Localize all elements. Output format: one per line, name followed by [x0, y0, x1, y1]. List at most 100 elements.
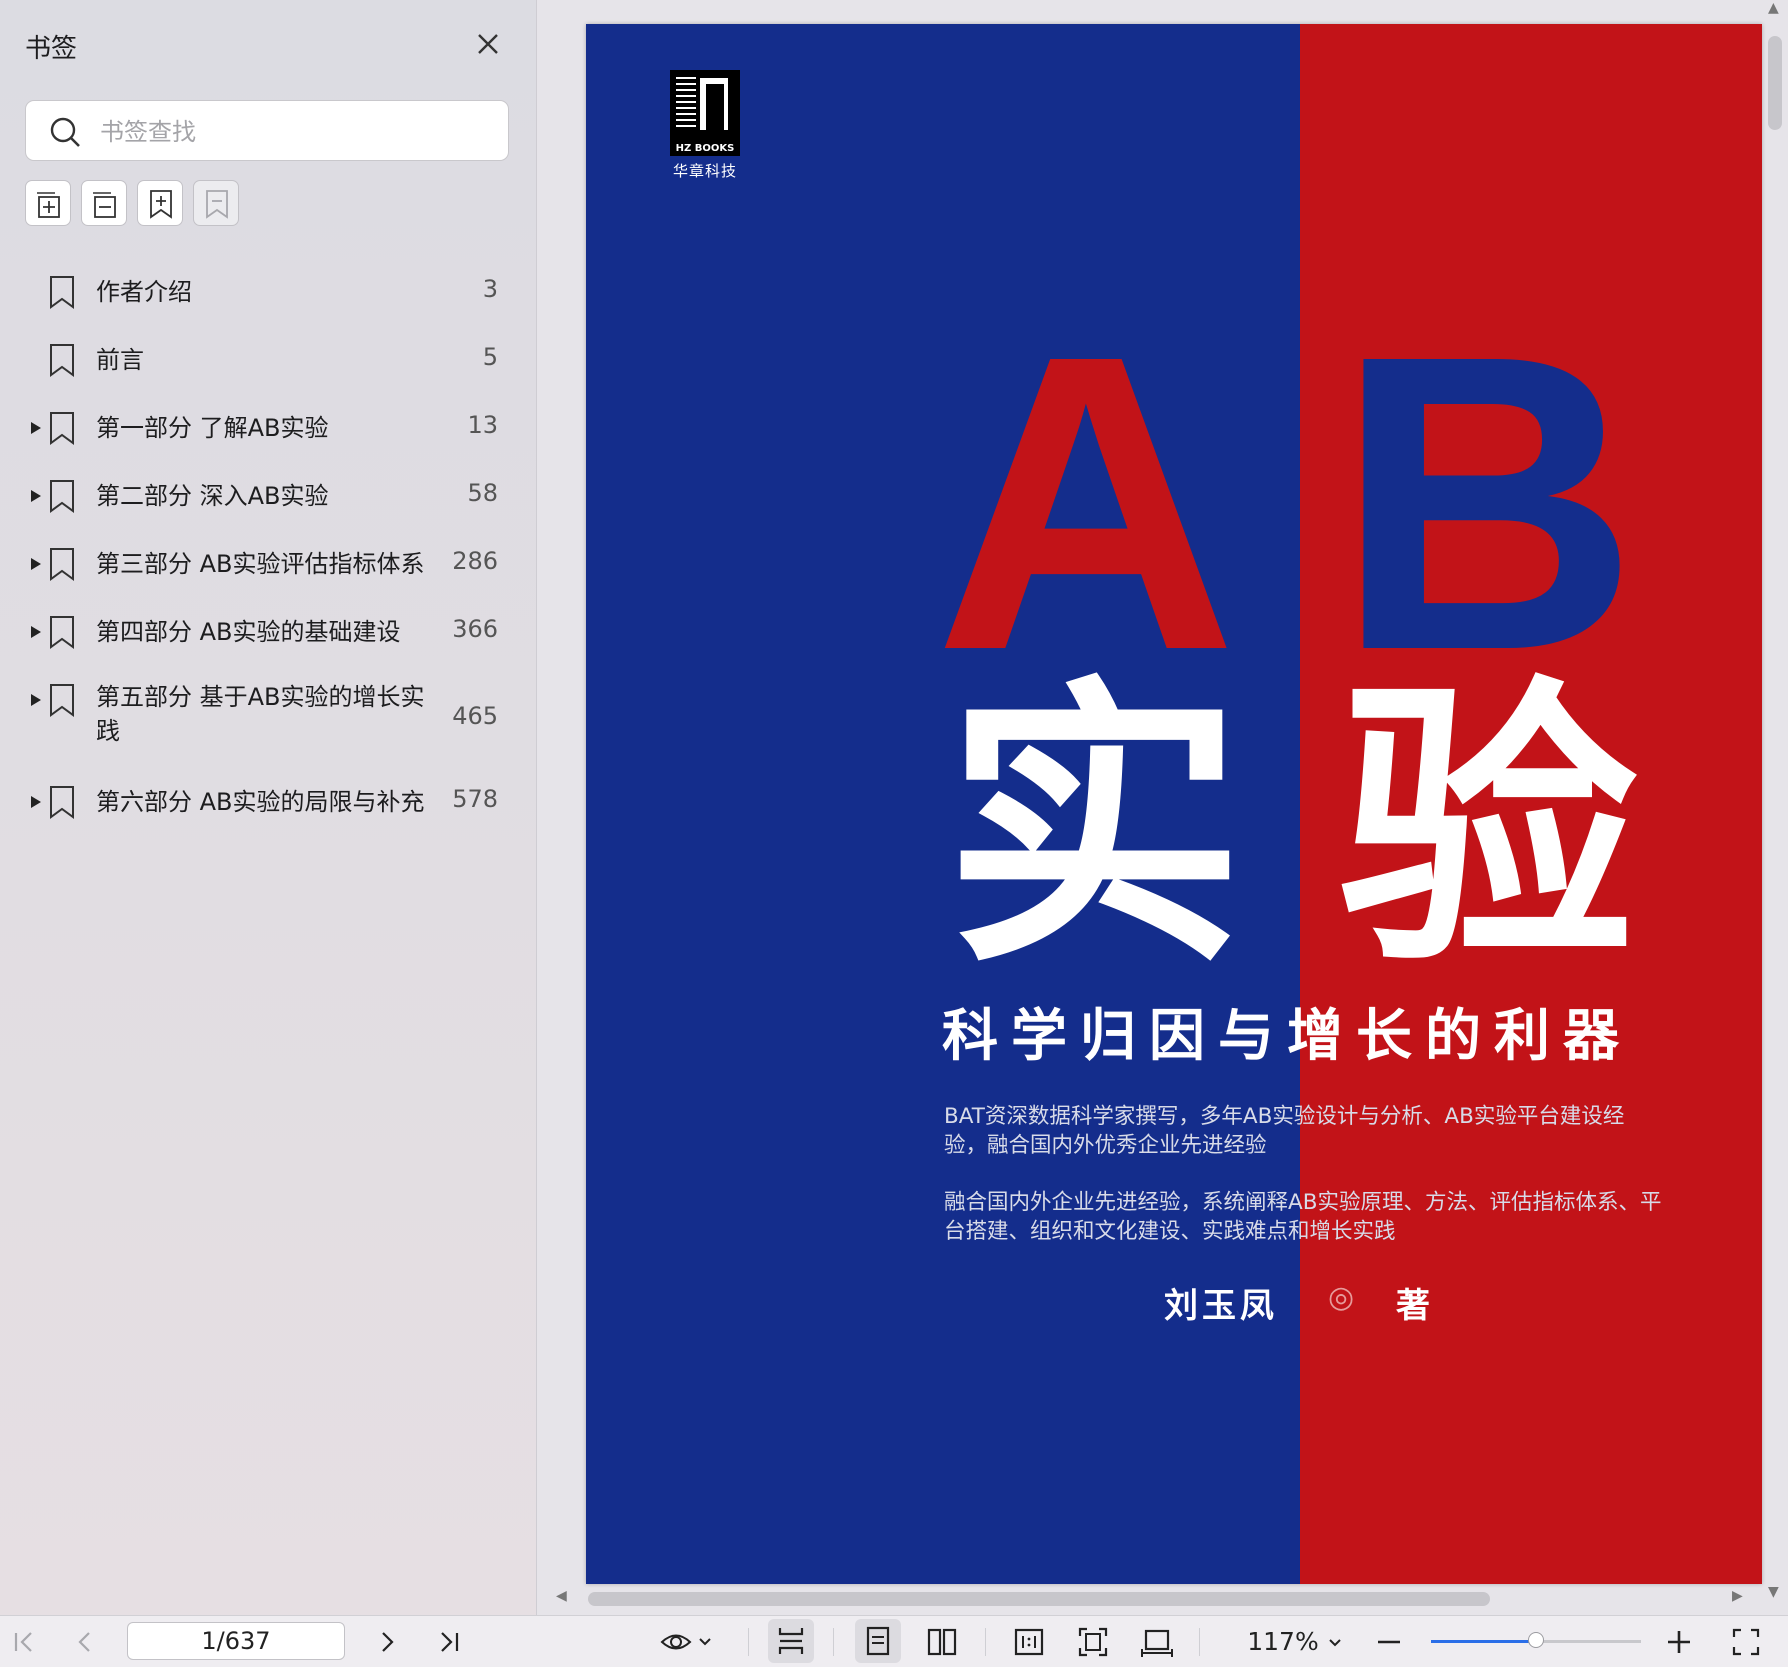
scroll-left-icon[interactable]: ◀	[556, 1588, 567, 1604]
zoom-slider-fill	[1431, 1640, 1536, 1643]
two-page-icon[interactable]	[923, 1623, 961, 1661]
panel-title: 书签	[25, 34, 78, 64]
scroll-up-icon[interactable]: ▲	[1768, 0, 1779, 16]
remove-bookmark-icon	[206, 190, 228, 219]
continuous-scroll-icon	[778, 1628, 804, 1654]
fit-page-icon[interactable]	[1074, 1623, 1112, 1661]
bookmark-page: 3	[482, 275, 498, 303]
title-char-yan: 验	[1338, 654, 1638, 1003]
remove-bookmark-button[interactable]	[193, 180, 239, 226]
bookmark-search-box[interactable]	[25, 100, 509, 161]
cover-blurb-1: BAT资深数据科学家撰写，多年AB实验设计与分析、AB实验平台建设经验，融合国内…	[944, 1104, 1625, 1158]
zoom-out-icon[interactable]	[1370, 1623, 1408, 1661]
bookmark-icon	[50, 412, 74, 445]
bookmark-item-part-6[interactable]: 第六部分 AB实验的局限与补充 578	[0, 782, 536, 822]
collapse-all-button[interactable]	[81, 180, 127, 226]
expand-all-button[interactable]	[25, 180, 71, 226]
toolbar-divider	[1199, 1628, 1200, 1656]
fit-width-icon[interactable]	[1138, 1623, 1176, 1661]
publisher-logo: HZ BOOKS 华章科技	[670, 70, 740, 180]
bookmark-page: 366	[452, 615, 498, 643]
title-char-shi: 实	[944, 654, 1244, 1003]
vertical-scroll-thumb[interactable]	[1768, 36, 1782, 130]
expand-triangle-icon[interactable]	[30, 795, 42, 809]
bookmark-label: 第六部分 AB实验的局限与补充	[96, 788, 425, 816]
bookmark-page: 13	[467, 411, 498, 439]
expand-triangle-icon[interactable]	[30, 421, 42, 435]
expand-triangle-icon[interactable]	[30, 693, 42, 707]
bookmark-icon	[50, 480, 74, 513]
bookmark-item-preface[interactable]: 前言 5	[0, 340, 536, 380]
zoom-in-icon[interactable]	[1660, 1623, 1698, 1661]
next-page-icon[interactable]	[368, 1623, 406, 1661]
bookmark-page: 5	[482, 343, 498, 371]
bookmark-label: 第三部分 AB实验评估指标体系	[96, 550, 425, 578]
bookmark-label: 第五部分 基于AB实验的增长实践	[96, 683, 425, 745]
bookmark-item-part-2[interactable]: 第二部分 深入AB实验 58	[0, 476, 536, 516]
expand-all-icon	[37, 192, 60, 218]
publisher-name: 华章科技	[672, 162, 737, 180]
previous-page-icon[interactable]	[66, 1623, 104, 1661]
horizontal-scrollbar[interactable]: ◀ ▶	[556, 1588, 1766, 1612]
single-page-icon	[866, 1626, 890, 1656]
single-page-button[interactable]	[855, 1619, 901, 1663]
toolbar-divider	[748, 1628, 749, 1656]
add-bookmark-button[interactable]	[137, 180, 183, 226]
bookmark-icon	[50, 684, 74, 717]
search-icon	[50, 117, 80, 147]
bookmark-panel: 书签 书签查找 作者介绍 3 前言 5 第一部分 了解AB实验 13 第二部分 …	[0, 0, 537, 1615]
zoom-slider[interactable]	[1431, 1632, 1641, 1648]
add-bookmark-icon	[150, 190, 172, 219]
bookmark-icon	[50, 276, 74, 309]
bookmark-icon	[50, 548, 74, 581]
fullscreen-icon[interactable]	[1727, 1623, 1765, 1661]
title-letter-b: B	[1335, 269, 1639, 738]
zoom-dropdown-chevron-icon[interactable]	[1316, 1623, 1354, 1661]
collapse-all-icon	[93, 192, 116, 218]
bookmark-label: 第四部分 AB实验的基础建设	[96, 618, 401, 646]
bookmark-item-author-intro[interactable]: 作者介绍 3	[0, 272, 536, 312]
cover-author-mark: ◎	[1328, 1280, 1355, 1315]
scroll-right-icon[interactable]: ▶	[1732, 1588, 1743, 1604]
bookmark-page: 465	[452, 702, 498, 730]
expand-triangle-icon[interactable]	[30, 557, 42, 571]
bookmark-item-part-3[interactable]: 第三部分 AB实验评估指标体系 286	[0, 544, 536, 584]
expand-triangle-icon[interactable]	[30, 625, 42, 639]
book-cover-page: HZ BOOKS 华章科技 A B 实 验 科学归因与增长的利器 BAT资深数据…	[586, 24, 1762, 1584]
cover-blurb-2: 融合国内外企业先进经验，系统阐释AB实验原理、方法、评估指标体系、平台搭建、组织…	[944, 1190, 1662, 1244]
first-page-icon[interactable]	[4, 1623, 42, 1661]
toolbar-divider	[833, 1628, 834, 1656]
bookmark-page: 578	[452, 785, 498, 813]
bookmark-page: 58	[467, 479, 498, 507]
bookmark-label: 第二部分 深入AB实验	[96, 482, 329, 510]
title-letter-a: A	[934, 269, 1238, 738]
hz-books-logo-icon	[670, 70, 740, 142]
bookmark-icon	[50, 344, 74, 377]
expand-triangle-icon[interactable]	[30, 489, 42, 503]
close-icon[interactable]	[472, 28, 504, 60]
zoom-slider-handle[interactable]	[1528, 1632, 1544, 1648]
bottom-toolbar: 1/637 117%	[0, 1615, 1788, 1667]
bookmark-item-part-1[interactable]: 第一部分 了解AB实验 13	[0, 408, 536, 448]
logo-text: HZ BOOKS	[670, 142, 740, 156]
bookmark-icon	[50, 616, 74, 649]
bookmark-item-part-5[interactable]: 第五部分 基于AB实验的增长实践 465	[0, 680, 536, 756]
continuous-scroll-button[interactable]	[768, 1619, 814, 1663]
actual-size-icon[interactable]	[1010, 1623, 1048, 1661]
scroll-down-icon[interactable]: ▼	[1768, 1584, 1779, 1600]
view-mode-eye-icon[interactable]	[658, 1623, 718, 1661]
bookmark-label: 作者介绍	[96, 278, 192, 306]
vertical-scrollbar[interactable]: ▲ ▼	[1764, 0, 1788, 1600]
horizontal-scroll-thumb[interactable]	[588, 1592, 1490, 1606]
bookmark-label: 前言	[96, 346, 144, 374]
bookmark-page: 286	[452, 547, 498, 575]
bookmark-label: 第一部分 了解AB实验	[96, 414, 329, 442]
bookmark-item-part-4[interactable]: 第四部分 AB实验的基础建设 366	[0, 612, 536, 652]
last-page-icon[interactable]	[431, 1623, 469, 1661]
cover-subtitle: 科学归因与增长的利器	[942, 1004, 1632, 1069]
cover-author: 刘玉凤	[1164, 1286, 1278, 1326]
cover-author-role: 著	[1396, 1286, 1430, 1326]
bookmark-icon	[50, 786, 74, 819]
bookmark-search-input[interactable]	[98, 113, 492, 151]
page-number-input[interactable]: 1/637	[127, 1622, 345, 1660]
